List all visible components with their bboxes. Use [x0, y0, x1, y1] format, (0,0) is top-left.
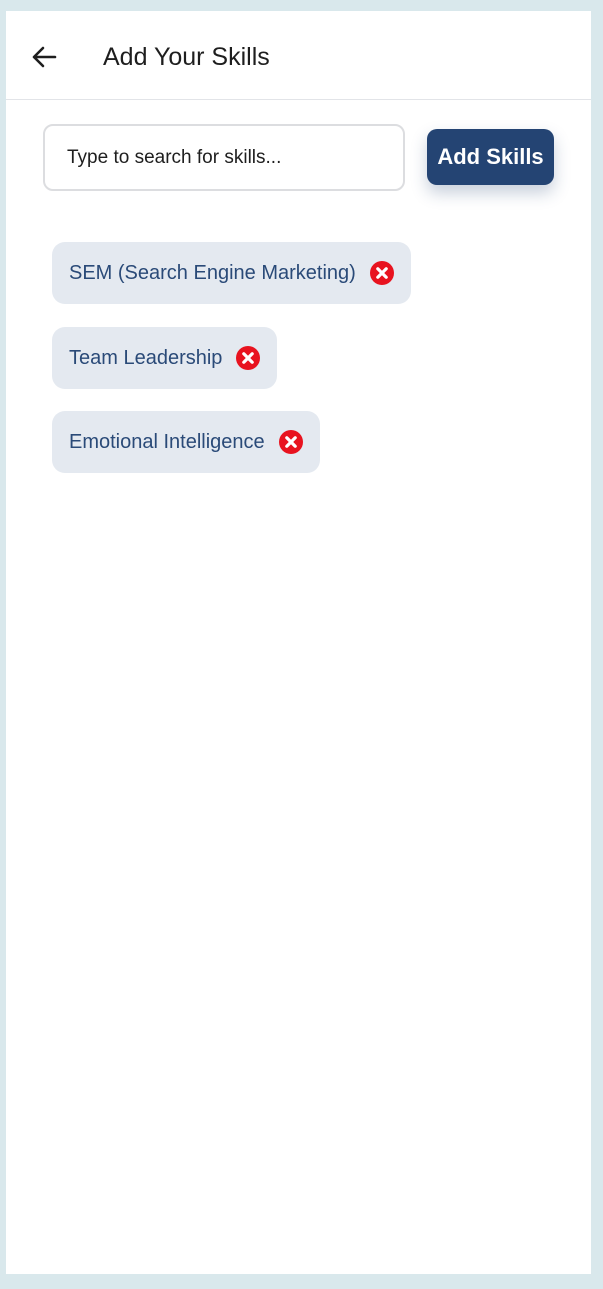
- remove-icon: [236, 346, 261, 370]
- remove-icon: [369, 261, 394, 285]
- arrow-left-icon: [32, 46, 57, 68]
- skill-chip-emotional-intelligence: Emotional Intelligence: [52, 411, 320, 473]
- skill-chip-team-leadership: Team Leadership: [52, 327, 278, 389]
- page-title: Add Your Skills: [103, 43, 270, 71]
- remove-skill-button[interactable]: [278, 430, 303, 454]
- remove-skill-button[interactable]: [369, 261, 394, 285]
- skill-search-input[interactable]: [43, 124, 405, 191]
- skills-card: Add Your Skills Add Skills SEM (Search E…: [6, 11, 591, 1274]
- skill-chip-label: Emotional Intelligence: [69, 431, 265, 453]
- add-skills-button[interactable]: Add Skills: [427, 129, 554, 185]
- remove-skill-button[interactable]: [236, 346, 261, 370]
- back-button[interactable]: [24, 37, 64, 77]
- remove-icon: [278, 430, 303, 454]
- skill-chip-label: Team Leadership: [69, 347, 223, 369]
- skill-chip-sem: SEM (Search Engine Marketing): [52, 242, 411, 304]
- header: Add Your Skills: [6, 11, 591, 100]
- skill-chip-label: SEM (Search Engine Marketing): [69, 262, 356, 284]
